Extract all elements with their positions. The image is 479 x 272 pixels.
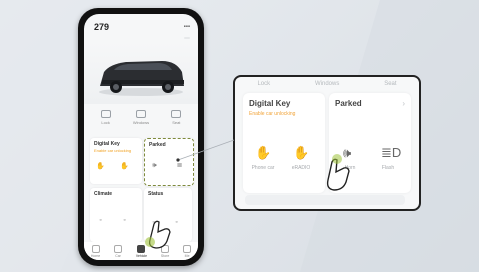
phone-status-row: 279 ▪▪▪: [94, 22, 190, 32]
phone-screen: 279 ▪▪▪ Lock Windows Seat Digital Key En…: [84, 14, 198, 260]
zoom-tab-windows[interactable]: Windows: [315, 81, 339, 87]
nav-car-label: Car: [115, 253, 121, 258]
zoom-callout: Lock Windows Seat Digital Key Enable car…: [233, 75, 421, 211]
digital-key-title: Digital Key: [94, 141, 120, 147]
seat-icon: [171, 110, 182, 118]
radio-icon[interactable]: ✋: [120, 162, 129, 171]
status-card[interactable]: Status ◦ ◦: [144, 188, 192, 242]
horn-icon[interactable]: 🕪: [343, 145, 351, 161]
fan-icon[interactable]: ◦: [96, 216, 105, 225]
zoom-tabs: Lock Windows Seat: [235, 79, 419, 89]
nav-store-label: Store: [160, 253, 170, 258]
climate-card[interactable]: Climate ◦ ◦: [90, 188, 142, 242]
zoom-tab-lock[interactable]: Lock: [257, 81, 270, 87]
radio-label: eRADIO: [291, 165, 311, 171]
nav-home[interactable]: Home: [90, 244, 101, 258]
lock-icon: [100, 110, 111, 118]
zoom-parked-card[interactable]: Parked › 🕪 Horn ≣D Flash: [329, 93, 411, 193]
quick-lock-label: Lock: [101, 120, 110, 125]
phone-key-label: Phone car: [251, 165, 275, 171]
nav-home-label: Home: [90, 253, 101, 258]
headlight-icon[interactable]: ≣D: [381, 145, 401, 161]
climate-title: Climate: [94, 191, 113, 197]
status-icon-b[interactable]: ◦: [172, 218, 181, 227]
phone-key-icon[interactable]: ✋: [255, 145, 271, 161]
parked-title: Parked: [149, 142, 166, 148]
digital-key-card[interactable]: Digital Key Enable car unlocking ✋ ✋: [90, 138, 142, 184]
profile-icon: [183, 244, 192, 253]
nav-me-label: Me: [184, 253, 190, 258]
zoom-bottom-strip: [245, 195, 405, 205]
zoom-digital-key-title: Digital Key: [249, 99, 291, 108]
nav-car[interactable]: Car: [114, 244, 123, 258]
phone-key-icon[interactable]: ✋: [96, 162, 105, 171]
quick-seat[interactable]: Seat: [163, 110, 189, 134]
quick-windows[interactable]: Windows: [128, 110, 154, 134]
nav-store[interactable]: Store: [160, 244, 170, 258]
horn-label: Horn: [344, 165, 356, 171]
quick-controls: Lock Windows Seat: [88, 110, 194, 134]
window-icon: [135, 110, 146, 118]
home-icon: [91, 244, 100, 253]
zoom-tab-seat[interactable]: Seat: [384, 81, 396, 87]
chevron-right-icon[interactable]: ›: [402, 99, 405, 108]
quick-seat-label: Seat: [172, 120, 181, 125]
horn-icon[interactable]: 🕪: [150, 161, 159, 170]
status-title: Status: [148, 191, 164, 197]
phone-mockup: 279 ▪▪▪ Lock Windows Seat Digital Key En…: [78, 8, 204, 266]
defrost-icon[interactable]: ◦: [120, 216, 129, 225]
zoom-digital-key-card[interactable]: Digital Key Enable car unlocking ✋ Phone…: [243, 93, 325, 193]
vehicle-image-area: [84, 42, 198, 104]
radio-icon[interactable]: ✋: [293, 145, 309, 161]
nav-vehicle[interactable]: Vehicle: [135, 244, 148, 258]
bottom-nav: Home Car Vehicle Store Me: [84, 242, 198, 260]
vehicle-icon: [137, 244, 146, 253]
nav-vehicle-label: Vehicle: [135, 253, 148, 258]
zoom-digital-key-subtitle: Enable car unlocking: [249, 111, 296, 117]
car-icon: [114, 244, 123, 253]
status-icon-a[interactable]: ◦: [149, 218, 158, 227]
digital-key-subtitle: Enable car unlocking: [94, 148, 132, 153]
quick-lock[interactable]: Lock: [93, 110, 119, 134]
signal-icon: ▪▪▪: [183, 24, 190, 30]
nav-me[interactable]: Me: [183, 244, 192, 258]
minivan-image: [99, 61, 184, 96]
headlight-icon[interactable]: ≣: [175, 161, 184, 170]
headlight-label: Flash: [381, 165, 395, 171]
connection-badge[interactable]: [184, 37, 190, 39]
store-icon: [161, 244, 170, 253]
range-readout: 279: [94, 22, 110, 32]
parked-card[interactable]: Parked 🕪 ≣: [144, 138, 194, 186]
phone-sub-row: [94, 34, 190, 42]
quick-windows-label: Windows: [132, 120, 150, 125]
zoom-parked-title: Parked: [335, 99, 362, 108]
